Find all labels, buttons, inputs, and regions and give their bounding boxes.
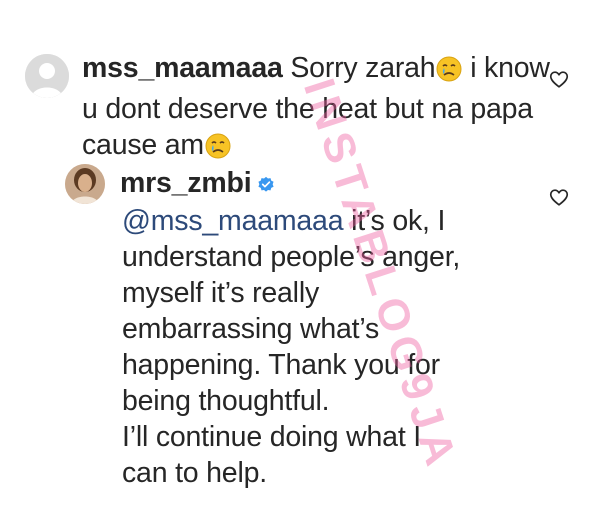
like-heart-icon[interactable]	[548, 68, 570, 90]
reply-line: @mss_maamaaa it’s ok, I	[122, 203, 552, 239]
comment-text-part1: Sorry zarah	[290, 52, 436, 84]
reply-line: understand people’s anger,	[122, 241, 461, 273]
verified-badge-icon	[257, 167, 275, 203]
comment-username[interactable]: mss_maamaaa	[82, 52, 283, 84]
avatar-default-icon[interactable]	[25, 54, 69, 98]
reply-text: it’s ok, I	[351, 205, 446, 237]
reply-line: myself it’s really	[122, 277, 319, 309]
reply-line: embarrassing what’s	[122, 313, 380, 345]
comment-body: mss_maamaaa Sorry zarah i know u dont de…	[82, 50, 562, 168]
reply-line: happening. Thank you for	[122, 349, 440, 381]
reply-line: I’ll continue doing what I	[122, 421, 421, 453]
default-avatar-icon	[25, 54, 69, 98]
profile-photo-icon	[65, 164, 105, 204]
reply-line: can to help.	[122, 457, 267, 489]
avatar-mrs-zmbi[interactable]	[65, 164, 105, 204]
reply-username[interactable]: mrs_zmbi	[120, 167, 252, 199]
reply-line: being thoughtful.	[122, 385, 330, 417]
reply-header: mrs_zmbi	[120, 165, 275, 203]
crying-face-emoji-icon	[205, 132, 231, 168]
reply-body: @mss_maamaaa it’s ok, I understand peopl…	[122, 203, 552, 491]
crying-face-emoji-icon	[436, 55, 462, 91]
like-heart-icon[interactable]	[548, 186, 570, 208]
mention-link[interactable]: @mss_maamaaa	[122, 205, 344, 237]
